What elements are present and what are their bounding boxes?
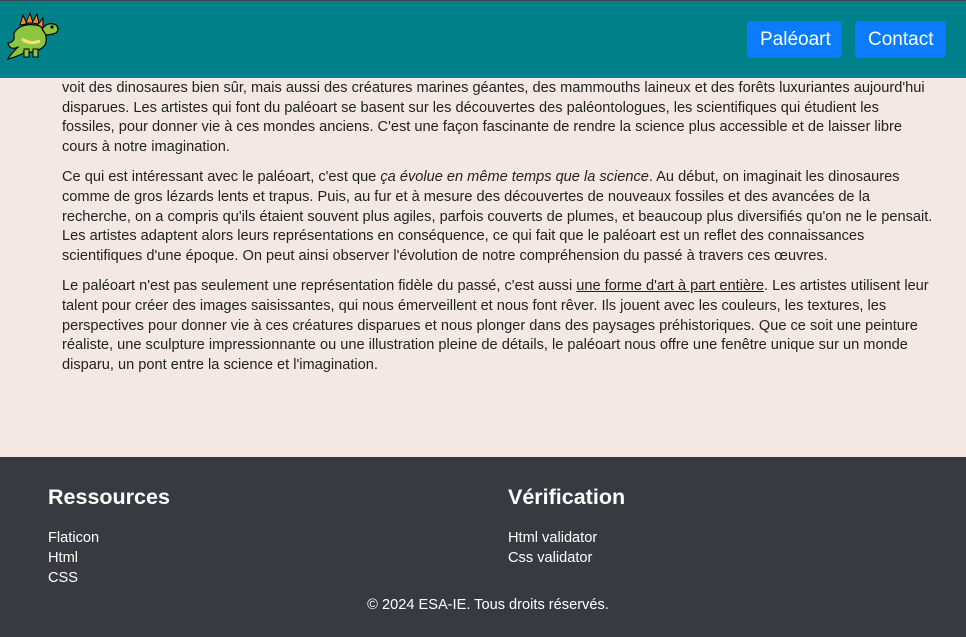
main-content: images de synthèse qui nous montrent à q…	[0, 78, 966, 457]
dinosaur-logo-icon[interactable]	[6, 11, 60, 63]
article: images de synthèse qui nous montrent à q…	[62, 78, 934, 386]
footer-link-css-validator[interactable]: Css validator	[508, 548, 625, 568]
paragraph-text: Ce qui est intéressant avec le paléoart,…	[62, 168, 381, 185]
nav-paleoart-button[interactable]: Paléoart	[747, 21, 842, 58]
footer-link-css[interactable]: CSS	[48, 568, 170, 588]
footer-verification-title: Vérification	[508, 485, 626, 509]
emphasis-text: ça évolue en même temps que la science	[380, 168, 649, 185]
site-header: Paléoart Contact	[0, 0, 966, 78]
copyright: © 2024 ESA-IE. Tous droits réservés.	[367, 597, 609, 613]
main-nav: Paléoart Contact	[747, 21, 946, 58]
underlined-text: une forme d'art à part entière	[576, 277, 764, 294]
footer-link-html[interactable]: Html	[48, 548, 170, 568]
site-footer: Ressources Flaticon Html CSS Vérificatio…	[0, 457, 966, 637]
footer-verification: Vérification Html validator Css validato…	[508, 485, 625, 568]
paragraph-3: Le paléoart n'est pas seulement une repr…	[62, 277, 934, 376]
footer-link-html-validator[interactable]: Html validator	[508, 528, 625, 548]
footer-resources: Ressources Flaticon Html CSS	[48, 485, 170, 588]
paragraph-1: images de synthèse qui nous montrent à q…	[62, 78, 934, 158]
paragraph-text: Le paléoart n'est pas seulement une repr…	[62, 277, 577, 294]
nav-contact-button[interactable]: Contact	[855, 21, 946, 58]
paragraph-2: Ce qui est intéressant avec le paléoart,…	[62, 168, 934, 267]
footer-link-flaticon[interactable]: Flaticon	[48, 528, 170, 548]
footer-resources-title: Ressources	[48, 485, 170, 509]
paragraph-text: images de synthèse qui nous montrent à q…	[62, 79, 925, 156]
